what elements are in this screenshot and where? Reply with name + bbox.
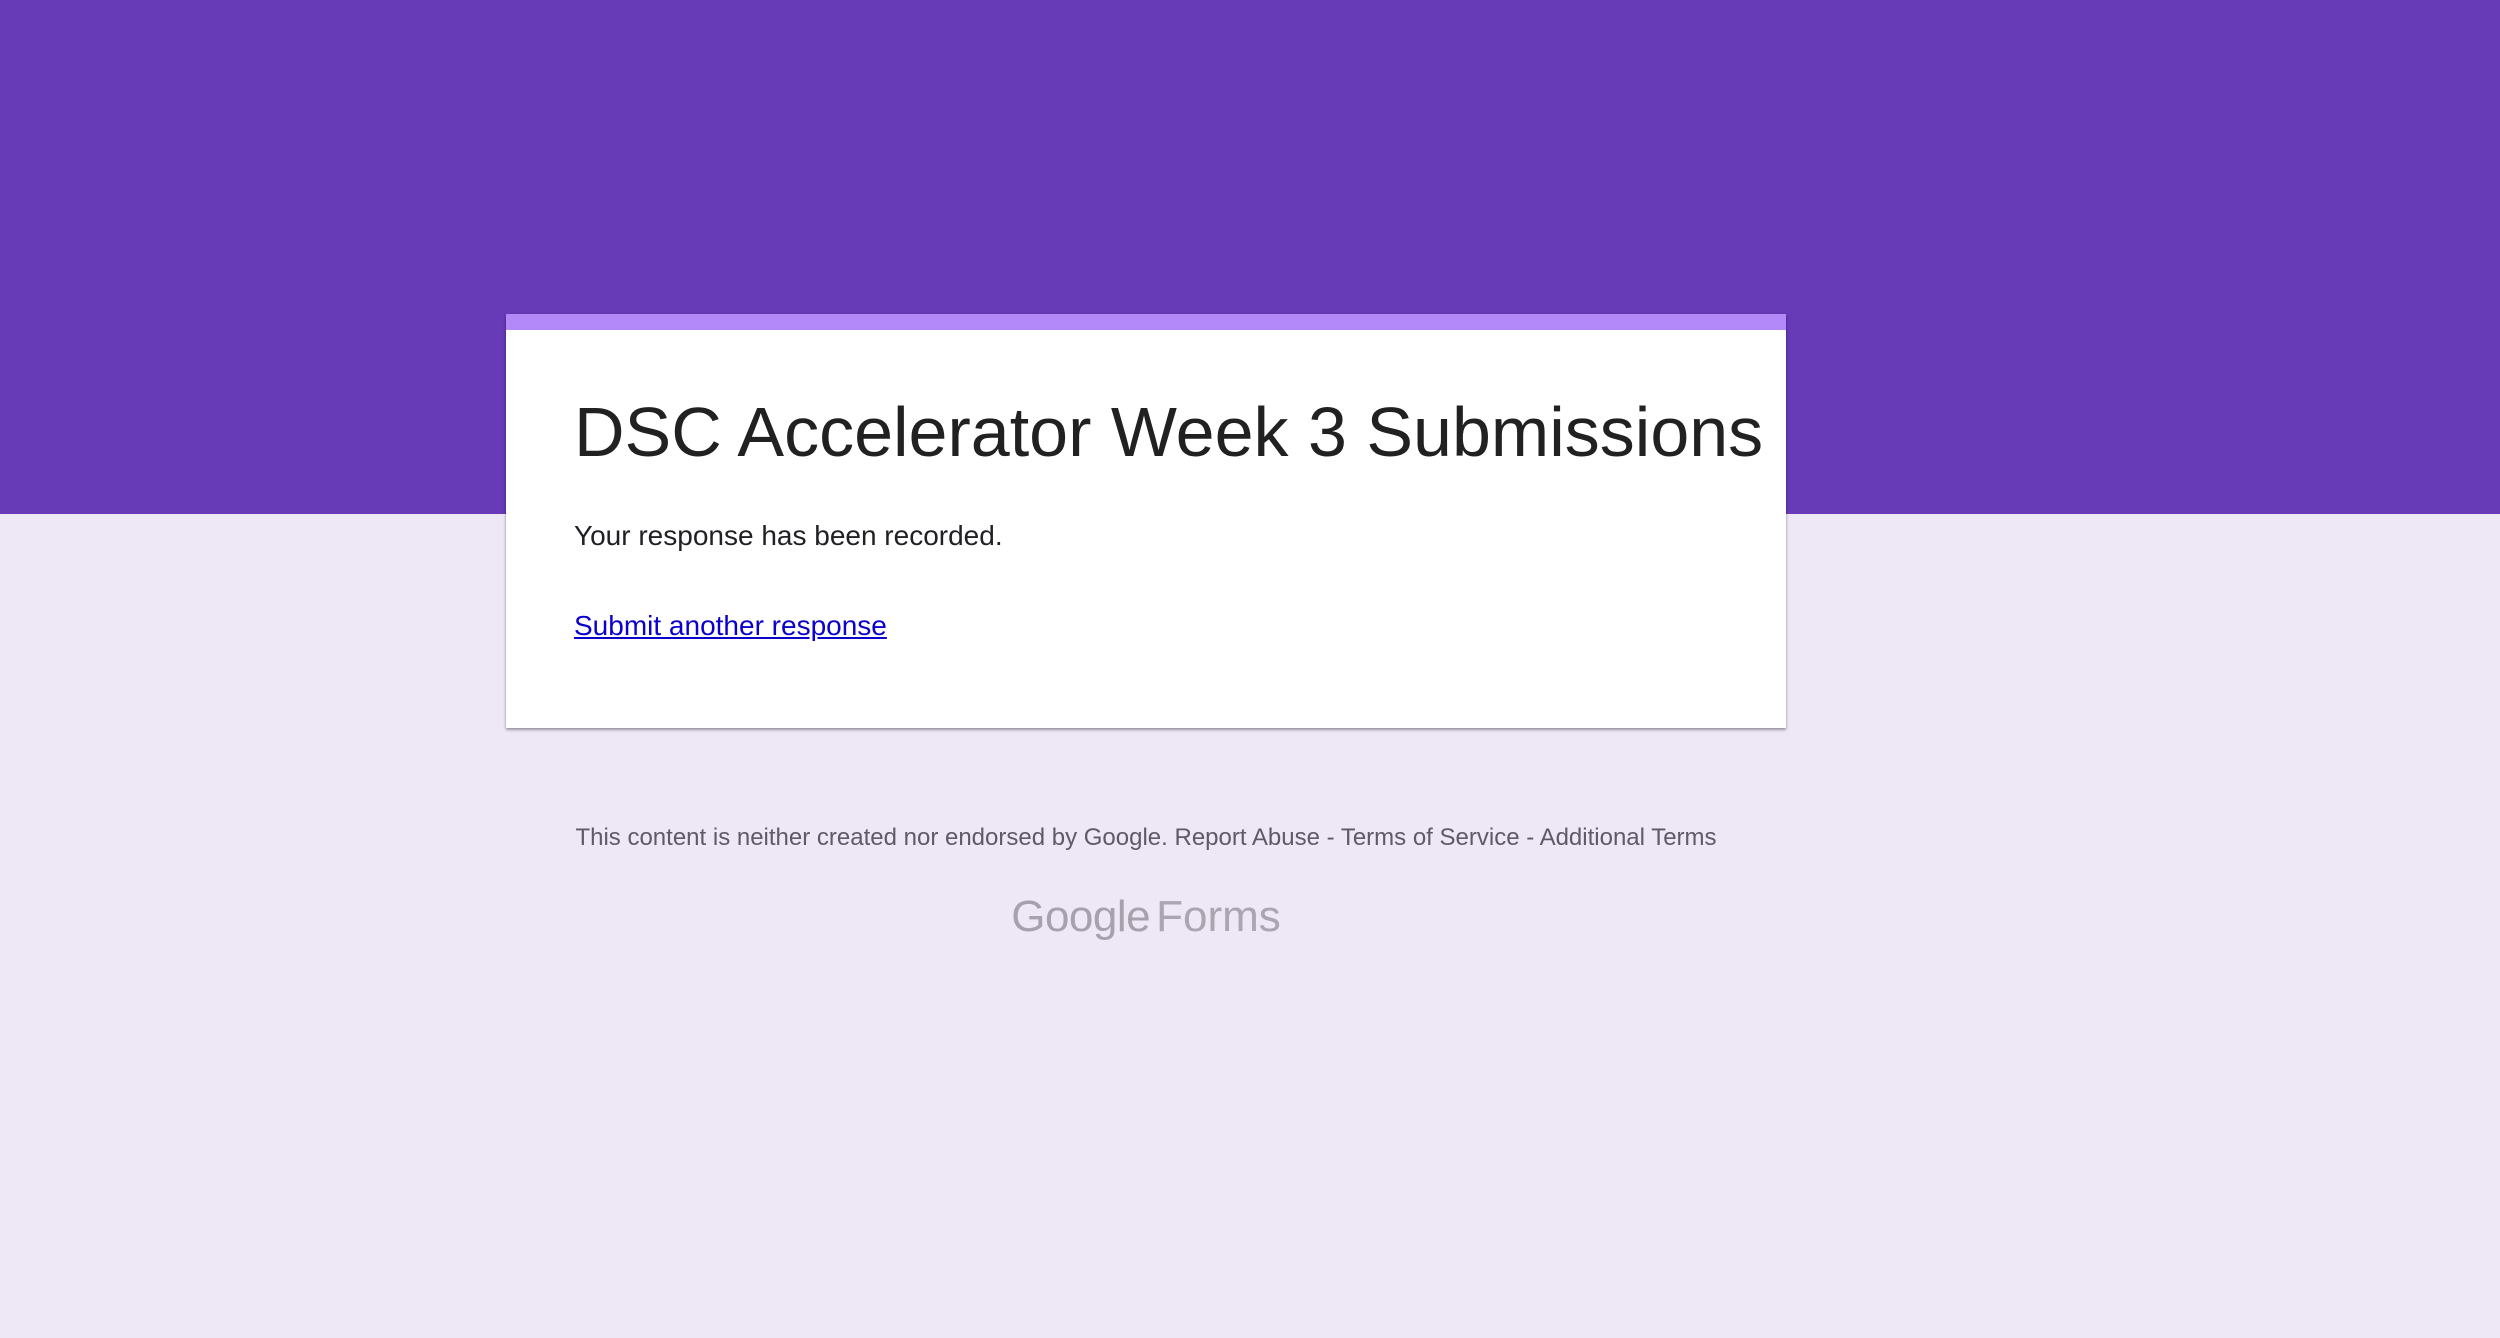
form-title: DSC Accelerator Week 3 Submissions (574, 393, 1764, 471)
google-forms-logo[interactable]: Google Forms (1006, 892, 1286, 952)
report-abuse-link[interactable]: Report Abuse (1174, 824, 1319, 851)
footer-separator: - (1326, 824, 1335, 851)
card-accent-bar (506, 314, 1786, 330)
footer-separator: - (1526, 824, 1535, 851)
brand-google-wordmark: Google (1011, 892, 1151, 941)
footer-disclaimer: This content is neither created nor endo… (575, 824, 1168, 851)
confirmation-card: DSC Accelerator Week 3 Submissions Your … (506, 314, 1786, 728)
brand-forms-wordmark: Forms (1156, 892, 1281, 941)
terms-of-service-link[interactable]: Terms of Service (1341, 824, 1520, 851)
submit-another-response-link[interactable]: Submit another response (574, 608, 887, 644)
footer: This content is neither created nor endo… (506, 822, 1786, 853)
confirmation-message: Your response has been recorded. (574, 520, 1003, 551)
additional-terms-link[interactable]: Additional Terms (1540, 824, 1717, 851)
